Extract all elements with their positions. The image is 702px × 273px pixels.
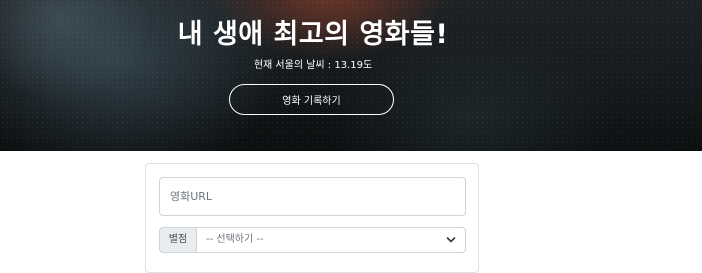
- chevron-down-icon: [446, 237, 456, 243]
- rating-label: 별점: [159, 227, 196, 253]
- rating-select-group: 별점 -- 선택하기 --: [159, 227, 466, 253]
- rating-selected-value: -- 선택하기 --: [206, 234, 264, 245]
- rating-select[interactable]: -- 선택하기 --: [196, 227, 466, 253]
- weather-text: 현재 서울의 날씨 : 13.19도: [253, 60, 373, 71]
- record-movie-button[interactable]: 영화 기록하기: [229, 84, 394, 115]
- hero-banner: 내 생애 최고의 영화들! 현재 서울의 날씨 : 13.19도 영화 기록하기: [0, 0, 702, 151]
- page-title: 내 생애 최고의 영화들!: [177, 19, 449, 50]
- movie-url-input[interactable]: [159, 177, 466, 216]
